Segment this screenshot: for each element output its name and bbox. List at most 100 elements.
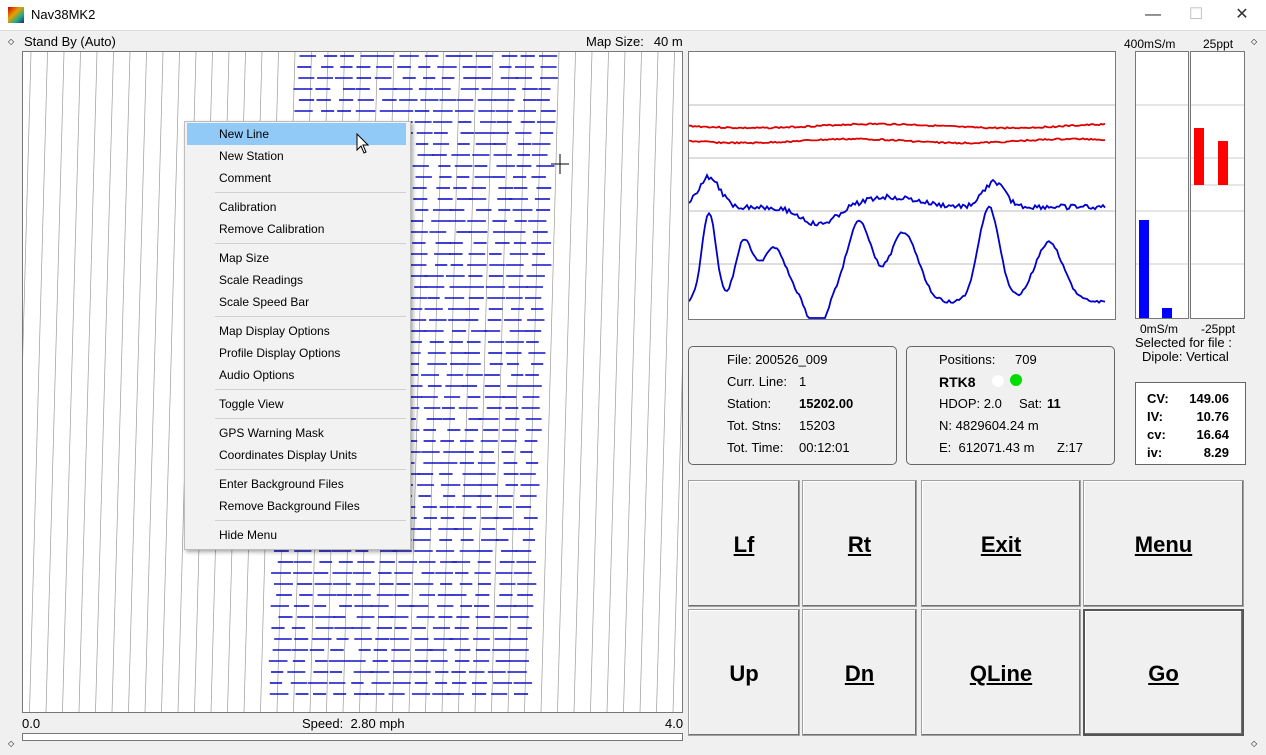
gps-fix-type: RTK8: [939, 374, 976, 390]
easting-value: 612071.43 m: [958, 440, 1035, 455]
maximize-button[interactable]: ☐: [1173, 0, 1219, 30]
menu-item-remove-calibration[interactable]: Remove Calibration: [187, 218, 406, 240]
sat-value: 11: [1047, 396, 1061, 411]
mouse-pointer-icon: [356, 133, 370, 154]
survey-track-line: [161, 52, 180, 712]
survey-track-line: [425, 52, 444, 712]
survey-track-line: [45, 52, 65, 712]
total-time-value: 00:12:01: [799, 440, 850, 455]
iv-bar: [1194, 128, 1204, 185]
right-button[interactable]: Rt: [802, 480, 917, 607]
file-info-panel: File: 200526_009 Curr. Line: 1 Station: …: [688, 346, 897, 465]
positions-label: Positions:: [939, 352, 996, 367]
menu-separator: [215, 418, 406, 419]
mode-status: Stand By (Auto): [24, 34, 116, 49]
iv-label: IV:: [1147, 409, 1163, 424]
selected-for-file-label: Selected for file :: [1135, 335, 1232, 350]
profile-canvas: [688, 104, 1115, 319]
speed-scale-max: 4.0: [665, 716, 684, 731]
cv-label: CV:: [1147, 391, 1169, 406]
menu-item-audio-options[interactable]: Audio Options: [187, 364, 406, 386]
survey-track-line: [491, 52, 510, 712]
left-button[interactable]: Lf: [688, 480, 800, 607]
inphase-bar-graph: [1190, 51, 1245, 319]
menu-item-enter-background-files[interactable]: Enter Background Files: [187, 473, 406, 495]
menu-item-scale-readings[interactable]: Scale Readings: [187, 269, 406, 291]
menu-item-calibration[interactable]: Calibration: [187, 196, 406, 218]
menu-button[interactable]: Menu: [1083, 480, 1244, 607]
menu-separator: [215, 192, 406, 193]
corner-marker: ◇: [8, 37, 15, 46]
file-value: 200526_009: [755, 352, 828, 367]
survey-track-line: [623, 52, 642, 712]
go-button[interactable]: Go: [1083, 609, 1244, 736]
survey-track-line: [540, 52, 560, 712]
survey-track-line: [507, 52, 527, 712]
menu-item-hide-menu[interactable]: Hide Menu: [187, 524, 406, 546]
corner-marker: ◇: [1251, 739, 1258, 748]
iv2-bar: [1218, 141, 1228, 185]
menu-item-remove-background-files[interactable]: Remove Background Files: [187, 495, 406, 517]
menu-separator: [215, 469, 406, 470]
gps-info-panel: Positions: 709 RTK8 HDOP: 2.0 Sat: 11 N:…: [906, 346, 1115, 465]
survey-track-line: [441, 52, 461, 712]
profile-plot[interactable]: [688, 51, 1116, 320]
menu-item-map-size[interactable]: Map Size: [187, 247, 406, 269]
menu-item-map-display-options[interactable]: Map Display Options: [187, 320, 406, 342]
survey-track-line: [656, 52, 675, 712]
gps-status-indicator: [991, 374, 1005, 388]
zone-readout: Z:17: [1057, 440, 1084, 455]
iv2-label: iv:: [1147, 445, 1163, 460]
station-value: 15202.00: [799, 396, 854, 411]
speed-scale-min: 0.0: [22, 716, 41, 731]
inphase-scale-min: -25ppt: [1201, 322, 1236, 336]
cv2-bar: [1162, 308, 1172, 318]
context-menu: New Line New Station Comment Calibration…: [184, 121, 411, 550]
gps-fix-indicator: [1010, 374, 1022, 386]
app-icon: [8, 7, 24, 23]
menu-item-comment[interactable]: Comment: [187, 167, 406, 189]
qline-button[interactable]: QLine: [921, 609, 1081, 736]
iv2-value: 8.29: [1203, 445, 1229, 460]
survey-track-line: [23, 52, 32, 359]
inphase-scale-max: 25ppt: [1203, 37, 1234, 51]
positions-value: 709: [1015, 352, 1037, 367]
down-button[interactable]: Dn: [802, 609, 917, 736]
inphase-trace: [689, 122, 1106, 130]
speed-bar: [22, 733, 683, 741]
survey-track-line: [458, 52, 477, 712]
speed-value: 2.80 mph: [350, 716, 405, 731]
up-button[interactable]: Up: [688, 609, 800, 736]
menu-separator: [215, 389, 406, 390]
survey-track-line: [672, 369, 682, 712]
menu-item-scale-speed-bar[interactable]: Scale Speed Bar: [187, 291, 406, 313]
easting-readout: E: 612071.43 m: [939, 440, 1035, 455]
corner-marker: ◇: [1251, 37, 1258, 46]
map-size-readout: Map Size: 40 m: [586, 34, 683, 49]
menu-separator: [215, 520, 406, 521]
conductivity2-trace: [688, 205, 1106, 319]
minimize-button[interactable]: —: [1130, 0, 1176, 30]
northing-readout: N: 4829604.24 m: [939, 418, 1039, 433]
close-button[interactable]: ✕: [1219, 0, 1265, 30]
iv-value: 10.76: [1196, 409, 1229, 424]
survey-track-line: [557, 52, 576, 712]
menu-separator: [215, 316, 406, 317]
menu-item-toggle-view[interactable]: Toggle View: [187, 393, 406, 415]
map-size-value: 40 m: [653, 34, 683, 49]
line-label: Curr. Line:: [727, 374, 787, 389]
survey-track-line: [95, 52, 114, 712]
menu-item-profile-display-options[interactable]: Profile Display Options: [187, 342, 406, 364]
menu-item-gps-warning-mask[interactable]: GPS Warning Mask: [187, 422, 406, 444]
sat-label: Sat:: [1019, 396, 1043, 411]
dipole-orientation: Dipole: Vertical: [1142, 349, 1229, 364]
exit-button[interactable]: Exit: [921, 480, 1081, 607]
inphase2-trace: [688, 137, 1106, 145]
menu-item-new-station[interactable]: New Station: [187, 145, 406, 167]
cv-bar: [1139, 220, 1149, 318]
menu-item-new-line[interactable]: New Line: [187, 123, 406, 145]
survey-track-line: [144, 52, 164, 712]
survey-track-line: [573, 52, 593, 712]
menu-item-coordinates-display-units[interactable]: Coordinates Display Units: [187, 444, 406, 466]
station-label: Station:: [727, 396, 772, 411]
